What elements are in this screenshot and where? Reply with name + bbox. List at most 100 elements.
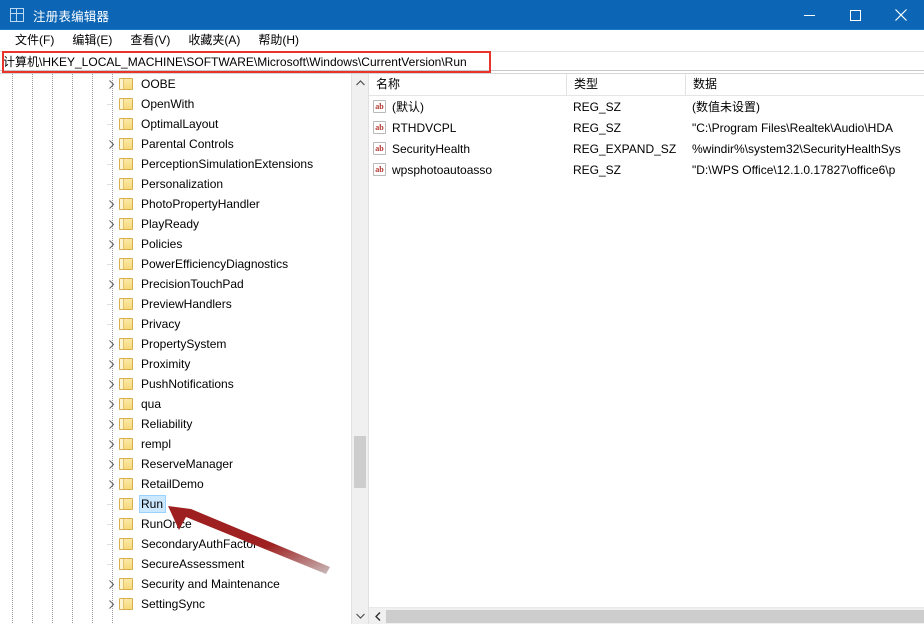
tree-item-proximity[interactable]: Proximity: [0, 354, 346, 374]
folder-icon: [119, 118, 133, 130]
tree-item-reliability[interactable]: Reliability: [0, 414, 346, 434]
column-header-name[interactable]: 名称: [369, 74, 566, 95]
values-hscroll-track[interactable]: [386, 608, 924, 624]
tree-item-secondaryauthfactor[interactable]: SecondaryAuthFactor: [0, 534, 346, 554]
tree-item-optimallayout[interactable]: OptimalLayout: [0, 114, 346, 134]
chevron-right-icon[interactable]: [103, 354, 119, 374]
column-header-data[interactable]: 数据: [685, 74, 924, 95]
tree-leaf-connector-icon: [103, 254, 119, 274]
chevron-right-icon[interactable]: [103, 454, 119, 474]
tree-item-pushnotifications[interactable]: PushNotifications: [0, 374, 346, 394]
values-hscroll-thumb[interactable]: [386, 609, 924, 623]
tree-item-oobe[interactable]: OOBE: [0, 74, 346, 94]
tree-item-label: PreviewHandlers: [141, 297, 232, 311]
folder-icon: [119, 178, 133, 190]
values-column-header: 名称 类型 数据: [369, 74, 924, 96]
folder-icon: [119, 318, 133, 330]
folder-icon: [119, 358, 133, 370]
chevron-right-icon[interactable]: [103, 194, 119, 214]
value-row[interactable]: ab wpsphotoautoasso REG_SZ "D:\WPS Office\1…: [369, 159, 924, 180]
tree-item-previewhandlers[interactable]: PreviewHandlers: [0, 294, 346, 314]
scroll-up-arrow-icon[interactable]: [352, 74, 368, 91]
tree-item-openwith[interactable]: OpenWith: [0, 94, 346, 114]
tree-item-settingsync[interactable]: SettingSync: [0, 594, 346, 614]
value-row[interactable]: ab SecurityHealth REG_EXPAND_SZ %windir%\sy…: [369, 138, 924, 159]
folder-icon: [119, 418, 133, 430]
value-data-cell: (数值未设置): [692, 100, 760, 114]
chevron-right-icon[interactable]: [103, 414, 119, 434]
folder-icon: [119, 158, 133, 170]
values-horizontal-scrollbar[interactable]: [369, 607, 924, 624]
minimize-button[interactable]: [786, 0, 832, 30]
values-row-list: ab (默认) REG_SZ (数值未设置) ab RTHDVCPL REG_SZ "C:\P…: [369, 96, 924, 180]
content-panes: OOBE OpenWith OptimalLayout Parental Contro…: [0, 73, 924, 624]
tree-scrollbar-thumb[interactable]: [354, 436, 366, 488]
tree-vertical-scrollbar[interactable]: [351, 74, 368, 624]
chevron-right-icon[interactable]: [103, 234, 119, 254]
maximize-button[interactable]: [832, 0, 878, 30]
tree-item-label: Policies: [141, 237, 183, 251]
tree-item-retaildemo[interactable]: RetailDemo: [0, 474, 346, 494]
value-row[interactable]: ab RTHDVCPL REG_SZ "C:\Program Files\Realte…: [369, 117, 924, 138]
chevron-right-icon[interactable]: [103, 74, 119, 94]
chevron-right-icon[interactable]: [103, 434, 119, 454]
tree-leaf-connector-icon: [103, 514, 119, 534]
value-name-text: SecurityHealth: [392, 141, 471, 156]
tree-item-photopropertyhandler[interactable]: PhotoPropertyHandler: [0, 194, 346, 214]
tree-item-perceptionsimulationextensions[interactable]: PerceptionSimulationExtensions: [0, 154, 346, 174]
tree-item-precisiontouchpad[interactable]: PrecisionTouchPad: [0, 274, 346, 294]
chevron-right-icon[interactable]: [103, 474, 119, 494]
menu-item-favorites[interactable]: 收藏夹(A): [179, 31, 249, 51]
value-data-cell: %windir%\system32\SecurityHealthSys: [692, 141, 901, 156]
tree-item-personalization[interactable]: Personalization: [0, 174, 346, 194]
value-row[interactable]: ab (默认) REG_SZ (数值未设置): [369, 96, 924, 117]
tree-item-label: PhotoPropertyHandler: [141, 197, 260, 211]
tree-item-run[interactable]: Run: [0, 494, 346, 514]
string-value-icon: ab: [373, 142, 386, 155]
tree-item-security-and-maintenance[interactable]: Security and Maintenance: [0, 574, 346, 594]
tree-item-powerefficiencydiagnostics[interactable]: PowerEfficiencyDiagnostics: [0, 254, 346, 274]
tree-item-runonce[interactable]: RunOnce: [0, 514, 346, 534]
chevron-right-icon[interactable]: [103, 594, 119, 614]
chevron-right-icon[interactable]: [103, 134, 119, 154]
tree-item-qua[interactable]: qua: [0, 394, 346, 414]
registry-key-tree-pane: OOBE OpenWith OptimalLayout Parental Contro…: [0, 74, 369, 624]
tree-item-privacy[interactable]: Privacy: [0, 314, 346, 334]
tree-item-propertysystem[interactable]: PropertySystem: [0, 334, 346, 354]
chevron-right-icon[interactable]: [103, 274, 119, 294]
column-header-type[interactable]: 类型: [566, 74, 685, 95]
folder-icon: [119, 258, 133, 270]
tree-item-parental-controls[interactable]: Parental Controls: [0, 134, 346, 154]
tree-item-reservemanager[interactable]: ReserveManager: [0, 454, 346, 474]
folder-icon: [119, 518, 133, 530]
value-name-text: (默认): [392, 100, 424, 114]
folder-icon: [119, 498, 133, 510]
chevron-right-icon[interactable]: [103, 374, 119, 394]
chevron-right-icon[interactable]: [103, 574, 119, 594]
menu-item-view[interactable]: 查看(V): [121, 31, 179, 51]
value-data-cell: "D:\WPS Office\12.1.0.17827\office6\p: [692, 162, 896, 177]
tree-item-label: SecondaryAuthFactor: [141, 537, 258, 551]
tree-item-secureassessment[interactable]: SecureAssessment: [0, 554, 346, 574]
chevron-right-icon[interactable]: [103, 334, 119, 354]
scroll-down-arrow-icon[interactable]: [352, 607, 368, 624]
menu-item-edit[interactable]: 编辑(E): [63, 31, 121, 51]
address-bar[interactable]: 计算机\HKEY_LOCAL_MACHINE\SOFTWARE\Microsof…: [0, 51, 924, 71]
chevron-right-icon[interactable]: [103, 394, 119, 414]
menu-item-help[interactable]: 帮助(H): [249, 31, 308, 51]
close-button[interactable]: [878, 0, 924, 30]
chevron-right-icon[interactable]: [103, 214, 119, 234]
tree-item-label: Reliability: [141, 417, 193, 431]
tree-item-rempl[interactable]: rempl: [0, 434, 346, 454]
scroll-left-arrow-icon[interactable]: [369, 608, 386, 624]
tree-item-label: PlayReady: [141, 217, 200, 231]
tree-item-label: Privacy: [141, 317, 181, 331]
tree-item-policies[interactable]: Policies: [0, 234, 346, 254]
registry-editor-icon: [9, 7, 25, 23]
menu-item-file[interactable]: 文件(F): [6, 31, 63, 51]
tree-item-label: OpenWith: [141, 97, 195, 111]
folder-icon: [119, 238, 133, 250]
tree-item-playready[interactable]: PlayReady: [0, 214, 346, 234]
folder-icon: [119, 378, 133, 390]
tree-leaf-connector-icon: [103, 114, 119, 134]
